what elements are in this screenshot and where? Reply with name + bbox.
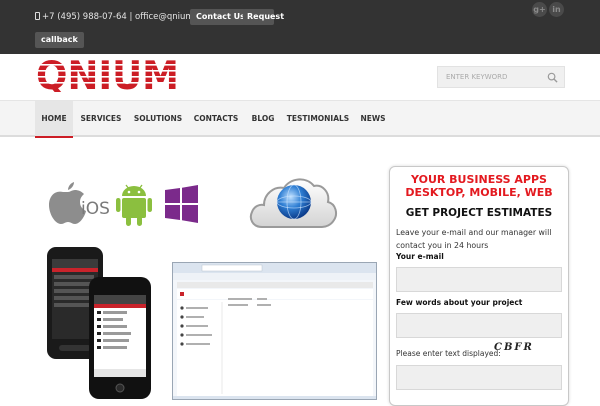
contact-us-button[interactable]: Contact Us (190, 9, 251, 25)
contact-text: +7 (495) 988-07-64 | office@qnium.com (42, 12, 215, 22)
project-estimate-form: YOUR BUSINESS APPS DESKTOP, MOBILE, WEB … (389, 166, 569, 406)
request-callback-button-continued[interactable]: callback (35, 32, 84, 48)
qnium-logo[interactable]: QNIUM (36, 56, 179, 92)
cloud-globe-icon (249, 178, 337, 228)
smartphones-image (47, 247, 151, 399)
email-label: Your e-mail (396, 252, 444, 261)
form-headline-line2: DESKTOP, MOBILE, WEB (405, 186, 553, 199)
email-field[interactable] (396, 267, 562, 292)
captcha-input[interactable] (396, 365, 562, 390)
captcha-image: CBFR (494, 342, 534, 353)
contact-info: +7 (495) 988-07-64 | office@qnium.com (35, 12, 215, 22)
form-headline: YOUR BUSINESS APPS DESKTOP, MOBILE, WEB (390, 173, 568, 199)
project-description-field[interactable] (396, 313, 562, 338)
nav-item-solutions[interactable]: SOLUTIONS (130, 101, 186, 136)
captcha-label: Please enter text displayed: (396, 349, 501, 358)
nav-item-testimonials[interactable]: TESTIMONIALS (284, 101, 352, 136)
nav-item-contacts[interactable]: CONTACTS (190, 101, 242, 136)
form-headline-line1: YOUR BUSINESS APPS (411, 173, 547, 186)
nav-item-services[interactable]: SERVICES (76, 101, 126, 136)
android-icon (116, 184, 152, 226)
phone-icon (35, 12, 40, 20)
search-input[interactable] (438, 67, 546, 87)
browser-app-screenshot (172, 262, 377, 400)
search-box (437, 66, 565, 88)
linkedin-icon[interactable]: in (549, 2, 564, 17)
project-description-label: Few words about your project (396, 298, 523, 307)
nav-item-blog[interactable]: BLOG (246, 101, 280, 136)
ios-label: iOS (81, 199, 110, 219)
top-bar: +7 (495) 988-07-64 | office@qnium.com Co… (0, 0, 600, 54)
main-nav: HOME SERVICES SOLUTIONS CONTACTS BLOG TE… (0, 100, 600, 138)
search-icon[interactable] (547, 72, 558, 83)
windows-icon (165, 185, 198, 223)
form-title: GET PROJECT ESTIMATES (405, 207, 553, 219)
nav-item-home[interactable]: HOME (35, 101, 73, 138)
platform-icons: iOS (49, 182, 198, 226)
site-header: QNIUM (0, 54, 600, 100)
form-description: Leave your e-mail and our manager will c… (396, 228, 552, 250)
request-callback-button[interactable]: Request (243, 9, 284, 25)
nav-item-news[interactable]: NEWS (356, 101, 390, 136)
google-plus-icon[interactable]: g+ (532, 2, 547, 17)
